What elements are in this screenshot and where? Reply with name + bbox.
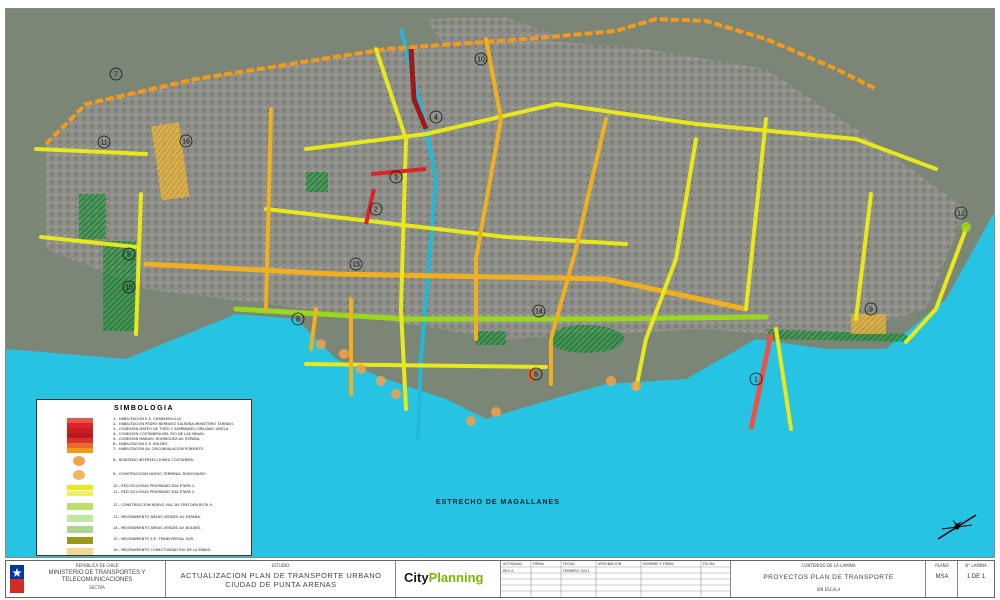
- plano-value: MSA: [935, 574, 949, 580]
- legend-swatch: [67, 491, 93, 496]
- legend-item: 16.- MEJORAMIENTO CONECTIVIDAD RIO DE LA…: [37, 547, 251, 557]
- green-area-14: [548, 325, 624, 353]
- legend-item: 13.- MEJORAMIENTO AREAS VERDES AV. ESPAÑ…: [37, 514, 251, 524]
- legend-title: SIMBOLOGIA: [113, 405, 175, 412]
- project-marker-label: 14: [535, 309, 543, 316]
- lamina-label: N° LAMINA: [965, 563, 987, 568]
- project-marker-label: 16: [182, 139, 190, 146]
- revision-grid-lines: [501, 561, 730, 597]
- legend-item: 12.- CONSTRUCCION NUEVO VIAL AV. FREI DE…: [37, 502, 251, 512]
- grid-header: FECHA: [703, 562, 715, 566]
- logo-planning-text: Planning: [428, 570, 484, 585]
- legend-swatch: [67, 448, 93, 453]
- title-block: REPUBLICA DE CHILE MINISTERIO DE TRANSPO…: [5, 560, 995, 598]
- project-marker-label: 3: [394, 175, 398, 182]
- grid-header: ACTIVIDAD: [503, 562, 523, 566]
- content-label: CONTENIDO DE LA LAMINA: [801, 563, 856, 568]
- project-marker-label: 12: [957, 211, 965, 218]
- study-line2: CIUDAD DE PUNTA ARENAS: [225, 580, 337, 589]
- study-label: ESTUDIO:: [271, 563, 291, 568]
- lamina-cell: N° LAMINA 1 DE 1: [958, 561, 994, 597]
- green-area-c: [476, 331, 506, 345]
- project-marker-label: 10: [477, 57, 485, 64]
- legend-swatch: [67, 537, 93, 544]
- legend-swatch: [73, 456, 85, 466]
- revision-grid: ACTIVIDAD FIRMA FECHA APROBACION NOMBRE Y FI…: [501, 561, 731, 597]
- project-marker-label: 9: [869, 307, 873, 314]
- plano-cell: PLANO MSA: [926, 561, 958, 597]
- legend-item: 11.- RED CICLOVIAS PRIORIDAD 2DA ETAPA 2…: [37, 489, 251, 499]
- legend-swatch: [67, 526, 93, 533]
- legend-swatch: [67, 503, 93, 510]
- grid-value: FEBRERO 2021: [563, 569, 590, 573]
- project-marker-label: 15: [125, 285, 133, 292]
- legend-item-label: 16.- MEJORAMIENTO CONECTIVIDAD RIO DE LA…: [113, 548, 212, 552]
- legend-item-label: 13.- MEJORAMIENTO AREAS VERDES AV. ESPAÑ…: [113, 515, 201, 519]
- legend-item: 8.- REDISEÑO INTERSECCIONES COSTANERA.: [37, 456, 251, 467]
- content-title: PROYECTOS PLAN DE TRANSPORTE: [763, 574, 894, 581]
- legend-item-label: 11.- RED CICLOVIAS PRIORIDAD 2DA ETAPA 2…: [113, 490, 196, 494]
- green-area-b: [306, 172, 328, 192]
- grid-header: APROBACION: [598, 562, 622, 566]
- legend-item-label: 7.- HABILITACION AV. CIRCUNVALACION PONI…: [113, 447, 205, 451]
- project-marker-label: 5: [127, 252, 131, 259]
- project-marker-label: 8: [296, 317, 300, 324]
- grid-header: FIRMA: [533, 562, 544, 566]
- legend-item-label: 14.- MEJORAMIENTO AREAS VERDES AV. BULNE…: [113, 526, 202, 530]
- project-marker-label: 2: [374, 207, 378, 214]
- legend-swatch: [73, 470, 85, 480]
- project-marker-label: 7: [114, 72, 118, 79]
- strait-label: ESTRECHO DE MAGALLANES: [436, 499, 560, 506]
- legend-item: 7.- HABILITACION AV. CIRCUNVALACION PONI…: [37, 446, 251, 456]
- legend-box: SIMBOLOGIA 1.- HABILITACION E.E. CHARAMO…: [36, 399, 252, 556]
- ministry-line4: SECTRA: [89, 585, 105, 590]
- project-marker-label: 6: [534, 372, 538, 379]
- scale-text: SIN ESCALA: [816, 587, 841, 592]
- ministry-line2: MINISTERIO DE TRANSPORTES Y: [48, 570, 146, 576]
- ministry-line1: REPUBLICA DE CHILE: [75, 563, 119, 568]
- study-cell: ESTUDIO: ACTUALIZACION PLAN DE TRANSPORT…: [166, 561, 396, 597]
- legend-swatch: [67, 548, 93, 555]
- project-marker-label: 11: [100, 140, 107, 147]
- map-frame: 1 2 3 4 5 6 7 8 9 10 11 12 13 14 15 16 ESTRECHO DE MAGA…: [5, 8, 995, 558]
- grid-header: FECHA: [563, 562, 575, 566]
- project-marker-label: 13: [352, 262, 360, 269]
- study-line1: ACTUALIZACION PLAN DE TRANSPORTE URBANO: [180, 571, 382, 580]
- grid-value: REV A: [503, 569, 514, 573]
- legend-swatch: [67, 515, 93, 522]
- legend-item: 9.- CONSTRUCCION NUEVO TERMINAL RODOVIAR…: [37, 470, 251, 481]
- logo-city-text: City: [404, 570, 429, 585]
- plano-label: PLANO: [935, 563, 949, 568]
- legend-item-label: 8.- REDISEÑO INTERSECCIONES COSTANERA.: [113, 458, 195, 462]
- ministry-cell: REPUBLICA DE CHILE MINISTERIO DE TRANSPO…: [6, 561, 166, 597]
- project-marker-label: 1: [754, 377, 758, 384]
- legend-item-label: 12.- CONSTRUCCION NUEVO VIAL AV. FREI DE…: [113, 503, 214, 507]
- green-area-a: [79, 194, 106, 239]
- content-cell: CONTENIDO DE LA LAMINA PROYECTOS PLAN DE…: [731, 561, 926, 597]
- grid-header: NOMBRE Y FIRMA: [643, 562, 674, 566]
- project-marker-label: 4: [434, 115, 438, 122]
- ministry-line3: TELECOMUNICACIONES: [61, 577, 133, 583]
- legend-item-label: 9.- CONSTRUCCION NUEVO TERMINAL RODOVIAR…: [113, 472, 207, 476]
- cityplanning-logo: CityPlanning: [404, 570, 483, 585]
- lamina-value: 1 DE 1: [966, 574, 986, 580]
- legend-item: 15.- MEJORAMIENTO E.E. TRANSVERSAL SUR.: [37, 536, 251, 546]
- legend-item: 14.- MEJORAMIENTO AREAS VERDES AV. BULNE…: [37, 525, 251, 535]
- legend-item-label: 15.- MEJORAMIENTO E.E. TRANSVERSAL SUR.: [113, 537, 195, 541]
- chile-flag-icon: [10, 565, 24, 593]
- north-arrow-icon: [937, 514, 977, 540]
- logo-cell: CityPlanning: [396, 561, 501, 597]
